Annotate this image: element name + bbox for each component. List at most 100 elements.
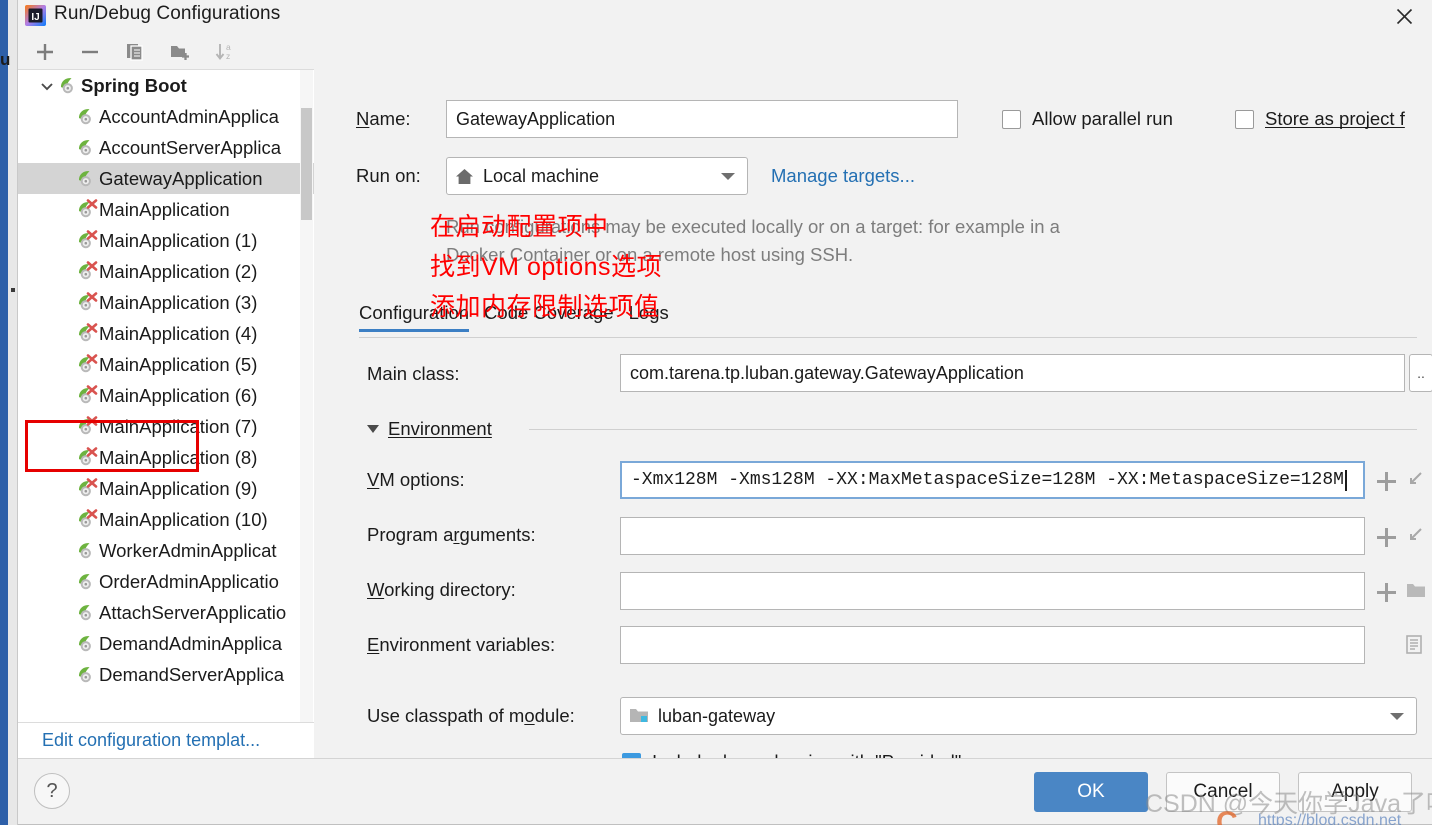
edit-configuration-templates-link[interactable]: Edit configuration templat... — [42, 730, 260, 751]
sidebar-item-mainapplication-7[interactable]: MainApplication (7) — [18, 411, 314, 442]
ide-window-edge — [0, 0, 8, 825]
cancel-button[interactable]: Cancel — [1166, 772, 1280, 812]
sidebar-item-orderadminapplicatio[interactable]: OrderAdminApplicatio — [18, 566, 314, 597]
spring-boot-icon — [76, 137, 98, 158]
expand-editor-icon[interactable] — [1406, 526, 1424, 549]
expand-plus-icon[interactable] — [1377, 528, 1396, 547]
chevron-down-icon[interactable] — [36, 78, 58, 94]
sidebar-item-accountadminapplica[interactable]: AccountAdminApplica — [18, 101, 314, 132]
run-on-combobox[interactable]: Local machine — [446, 157, 748, 195]
sidebar-item-label: GatewayApplication — [99, 167, 263, 189]
use-classpath-value: luban-gateway — [658, 705, 776, 726]
name-input[interactable]: GatewayApplication — [446, 100, 958, 138]
spring-boot-icon — [76, 571, 98, 592]
sidebar-item-mainapplication[interactable]: MainApplication — [18, 194, 314, 225]
spring-boot-icon — [76, 602, 98, 623]
manage-targets-link[interactable]: Manage targets... — [771, 165, 915, 187]
working-directory-label: Working directory: — [367, 579, 516, 600]
allow-parallel-run-row[interactable]: Allow parallel run — [1002, 108, 1173, 130]
run-debug-configurations-window: u IJ Run/Debug Configurations a z Spring… — [0, 0, 1432, 825]
tab-logs[interactable]: Logs — [629, 302, 669, 332]
configuration-tabs: Configuration Code Coverage Logs — [359, 302, 669, 332]
working-directory-input[interactable] — [620, 572, 1365, 610]
sidebar-item-demandadminapplica[interactable]: DemandAdminApplica — [18, 628, 314, 659]
spring-boot-icon — [76, 633, 98, 654]
spring-boot-icon error-overlay-icon — [76, 323, 98, 344]
spring-boot-icon — [76, 540, 98, 561]
sidebar-item-label: OrderAdminApplicatio — [99, 570, 279, 592]
spring-boot-icon error-overlay-icon — [76, 199, 98, 220]
new-folder-icon[interactable] — [167, 39, 193, 65]
module-icon — [629, 707, 649, 725]
tab-configuration[interactable]: Configuration — [359, 302, 469, 332]
store-as-project-file-checkbox[interactable] — [1235, 109, 1254, 129]
environment-section-divider — [529, 429, 1417, 430]
sidebar-item-mainapplication-8[interactable]: MainApplication (8) — [18, 442, 314, 473]
text-caret — [1344, 469, 1347, 491]
environment-section-header[interactable]: Environment — [367, 418, 492, 440]
sidebar-item-label: DemandServerApplica — [99, 663, 285, 685]
sidebar-item-workeradminapplicat[interactable]: WorkerAdminApplicat — [18, 535, 314, 566]
plus-icon[interactable] — [32, 39, 58, 65]
vm-options-value: -Xmx128M -Xms128M -XX:MaxMetaspaceSize=1… — [631, 470, 1344, 490]
svg-text:z: z — [226, 51, 230, 61]
vm-options-input[interactable]: -Xmx128M -Xms128M -XX:MaxMetaspaceSize=1… — [620, 461, 1365, 499]
main-class-browse-button[interactable]: .. — [1409, 354, 1432, 392]
configurations-tree[interactable]: Spring Boot AccountAdminApplica AccountSer… — [18, 70, 314, 722]
sidebar-item-mainapplication-5[interactable]: MainApplication (5) — [18, 349, 314, 380]
configuration-form: Name: GatewayApplication Allow parallel … — [315, 34, 1432, 758]
dialog-title: Run/Debug Configurations — [54, 3, 281, 24]
svg-text:IJ: IJ — [31, 12, 39, 23]
sidebar-scrollbar-thumb[interactable] — [301, 108, 312, 220]
apply-button[interactable]: Apply — [1298, 772, 1412, 812]
sidebar-item-mainapplication-3[interactable]: MainApplication (3) — [18, 287, 314, 318]
dialog-titlebar: IJ Run/Debug Configurations — [18, 0, 1432, 34]
sidebar-item-mainapplication-2[interactable]: MainApplication (2) — [18, 256, 314, 287]
close-icon[interactable] — [1382, 0, 1426, 32]
expand-plus-icon[interactable] — [1377, 583, 1396, 602]
list-editor-icon[interactable] — [1405, 635, 1423, 659]
store-as-project-file-row[interactable]: Store as project f — [1235, 108, 1405, 130]
expand-plus-icon[interactable] — [1377, 472, 1396, 491]
use-classpath-combobox[interactable]: luban-gateway — [620, 697, 1417, 735]
sidebar-footer: Edit configuration templat... — [18, 722, 314, 758]
sidebar-toolbar: a z — [18, 34, 314, 70]
ok-button[interactable]: OK — [1034, 772, 1148, 812]
expand-editor-icon[interactable] — [1406, 470, 1424, 493]
run-on-label: Run on: — [356, 165, 421, 186]
name-label: Name: — [356, 108, 411, 129]
sidebar-item-attachserverapplicatio[interactable]: AttachServerApplicatio — [18, 597, 314, 628]
spring-boot-icon error-overlay-icon — [76, 292, 98, 313]
run-on-description: Run configurations may be executed local… — [446, 216, 1060, 265]
sort-alpha-icon[interactable]: a z — [212, 39, 238, 65]
copy-icon[interactable] — [122, 39, 148, 65]
sidebar-item-accountserverapplica[interactable]: AccountServerApplica — [18, 132, 314, 163]
sidebar-scrollbar-track[interactable] — [300, 70, 313, 722]
sidebar-item-label: MainApplication (9) — [99, 477, 258, 499]
tabs-divider — [359, 337, 1417, 338]
program-arguments-input[interactable] — [620, 517, 1365, 555]
sidebar-item-demandserverapplica[interactable]: DemandServerApplica — [18, 659, 314, 690]
sidebar-item-mainapplication-4[interactable]: MainApplication (4) — [18, 318, 314, 349]
sidebar-item-label: MainApplication (4) — [99, 322, 258, 344]
sidebar-item-mainapplication-9[interactable]: MainApplication (9) — [18, 473, 314, 504]
home-icon — [455, 167, 474, 186]
help-button[interactable]: ? — [34, 773, 70, 809]
program-arguments-label: Program arguments: — [367, 524, 536, 545]
minus-icon[interactable] — [77, 39, 103, 65]
tree-group-spring-boot[interactable]: Spring Boot — [18, 70, 314, 101]
use-classpath-label: Use classpath of module: — [367, 705, 575, 726]
sidebar-item-mainapplication-6[interactable]: MainApplication (6) — [18, 380, 314, 411]
allow-parallel-run-checkbox[interactable] — [1002, 109, 1021, 129]
tab-code-coverage[interactable]: Code Coverage — [484, 302, 614, 332]
environment-variables-input[interactable] — [620, 626, 1365, 664]
sidebar-item-mainapplication-1[interactable]: MainApplication (1) — [18, 225, 314, 256]
spring-boot-icon error-overlay-icon — [76, 385, 98, 406]
sidebar-item-mainapplication-10[interactable]: MainApplication (10) — [18, 504, 314, 535]
main-class-input[interactable]: com.tarena.tp.luban.gateway.GatewayAppli… — [620, 354, 1405, 392]
environment-variables-label: Environment variables: — [367, 634, 556, 655]
include-dependencies-row[interactable]: Include dependencies with "Provided" sco… — [622, 751, 1016, 758]
folder-icon[interactable] — [1406, 581, 1426, 604]
sidebar-item-label: MainApplication (5) — [99, 353, 258, 375]
sidebar-item-gatewayapplication[interactable]: GatewayApplication — [18, 163, 314, 194]
